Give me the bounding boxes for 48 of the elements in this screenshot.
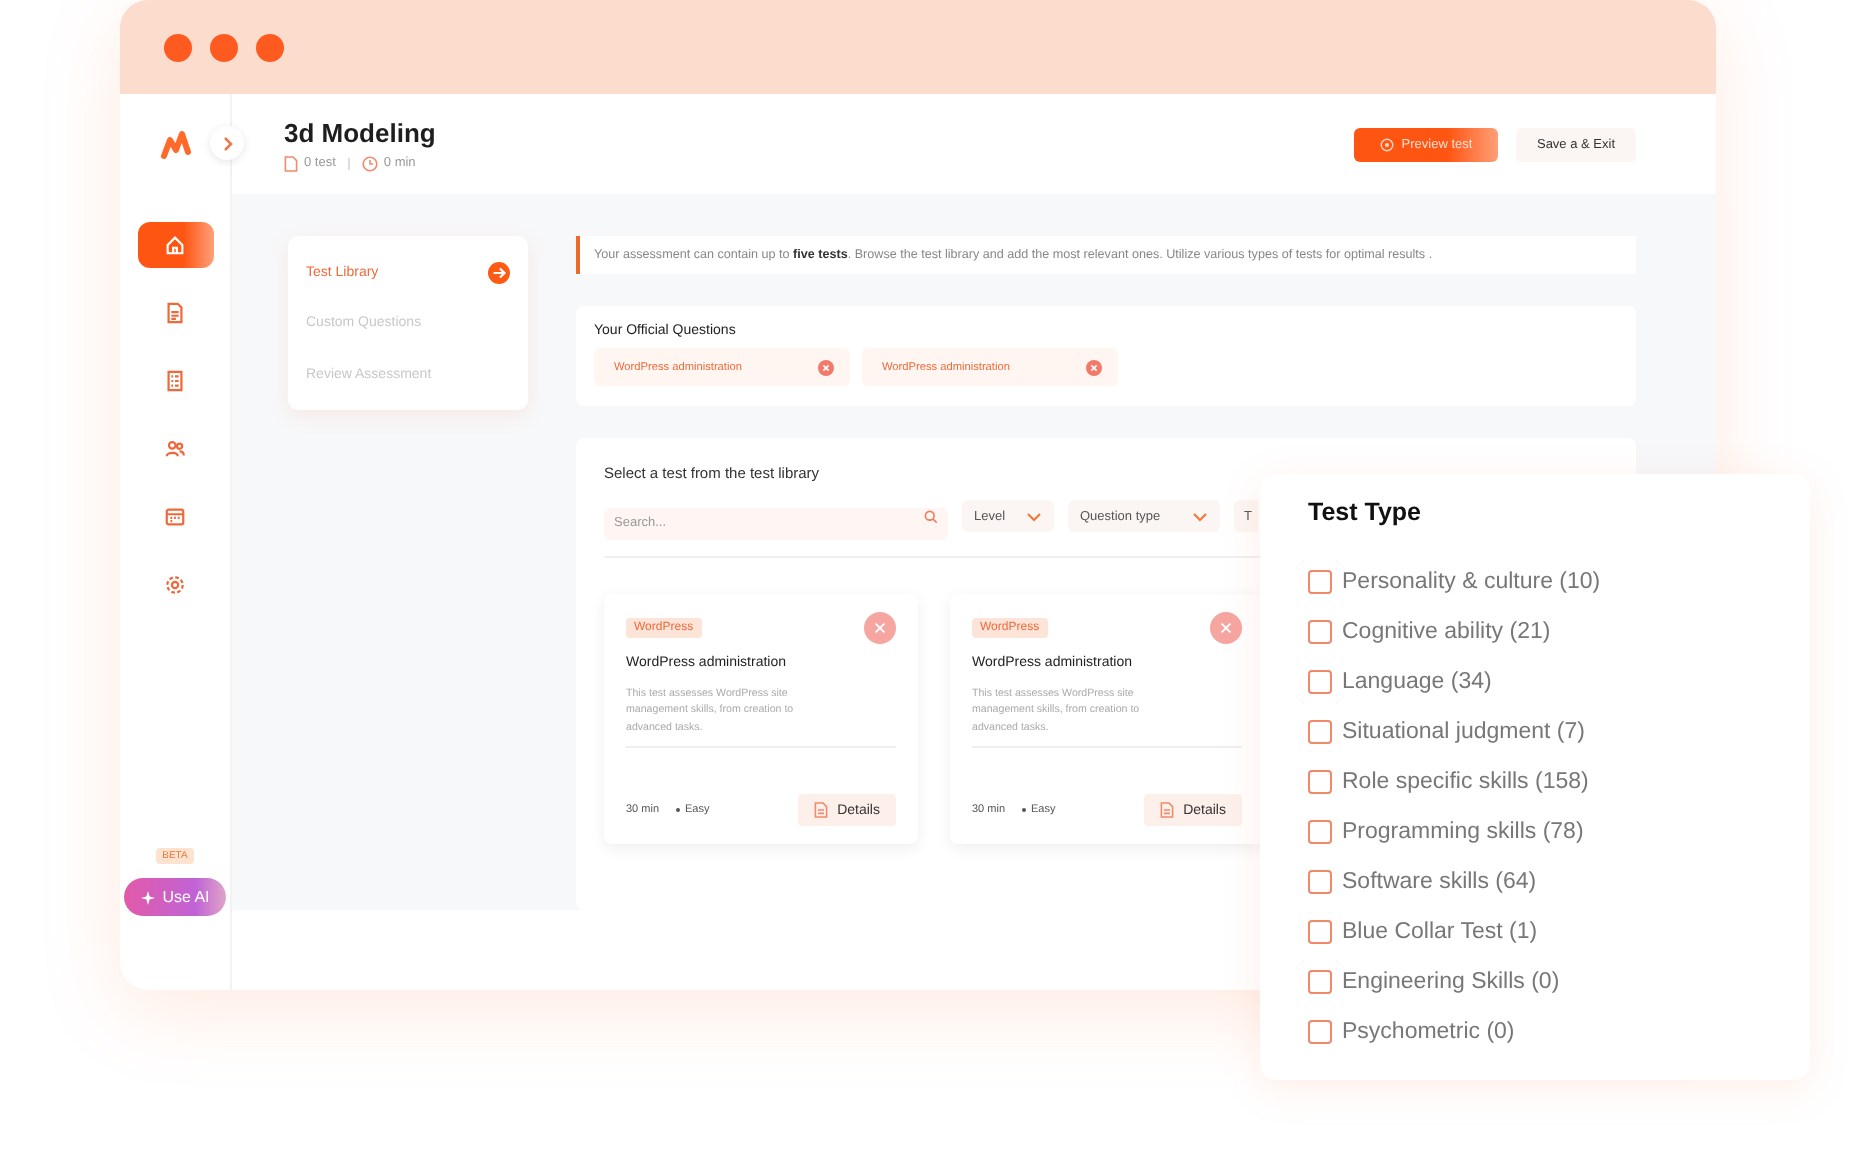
use-ai-button[interactable]: Use AI xyxy=(124,878,226,916)
expand-button[interactable] xyxy=(210,126,244,160)
checkbox[interactable] xyxy=(1308,619,1332,643)
arrow-right-icon xyxy=(488,261,510,283)
window-dot xyxy=(210,33,238,61)
sparkle-icon xyxy=(140,889,157,905)
clock-icon xyxy=(361,155,378,171)
assessment-title: 3d Modeling xyxy=(284,117,436,147)
document-icon xyxy=(813,802,828,818)
checkbox[interactable] xyxy=(1308,869,1332,893)
remove-icon xyxy=(818,359,834,375)
filter-option[interactable]: Role specific skills (158) xyxy=(1308,756,1762,806)
filter-option[interactable]: Programming skills (78) xyxy=(1308,806,1762,856)
filter-option[interactable]: Blue Collar Test (1) xyxy=(1308,906,1762,956)
document-icon xyxy=(284,155,298,171)
checkbox[interactable] xyxy=(1308,969,1332,993)
settings-icon xyxy=(164,574,186,596)
search-icon xyxy=(924,509,938,523)
filter-option[interactable]: Personality & culture (10) xyxy=(1308,556,1762,606)
filter-option[interactable]: Engineering Skills (0) xyxy=(1308,956,1762,1006)
checkbox[interactable] xyxy=(1308,919,1332,943)
nav-item[interactable] xyxy=(137,222,213,268)
filter-option[interactable]: Situational judgment (7) xyxy=(1308,706,1762,756)
home-icon xyxy=(164,234,186,256)
checkbox[interactable] xyxy=(1308,769,1332,793)
users-icon xyxy=(164,438,186,460)
checkbox[interactable] xyxy=(1308,569,1332,593)
chevron-down-icon xyxy=(1026,511,1042,521)
document-icon xyxy=(1159,802,1174,818)
close-icon[interactable] xyxy=(864,612,896,644)
window-dot xyxy=(164,33,192,61)
close-icon[interactable] xyxy=(1210,612,1242,644)
panel-title: Test Type xyxy=(1308,498,1423,526)
window-dot xyxy=(256,33,284,61)
checkbox[interactable] xyxy=(1308,669,1332,693)
checkbox[interactable] xyxy=(1308,719,1332,743)
filter-option[interactable]: Software skills (64) xyxy=(1308,856,1762,906)
checkbox[interactable] xyxy=(1308,819,1332,843)
chevron-down-icon xyxy=(1192,511,1208,521)
filter-option[interactable]: Cognitive ability (21) xyxy=(1308,606,1762,656)
remove-icon xyxy=(1086,359,1102,375)
document-icon xyxy=(164,302,186,324)
filter-option[interactable]: Language (34) xyxy=(1308,656,1762,706)
logo-icon xyxy=(158,126,194,162)
filter-option[interactable]: Psychometric (0) xyxy=(1308,1006,1762,1056)
checkbox[interactable] xyxy=(1308,1019,1332,1043)
chevron-right-icon xyxy=(221,135,233,151)
list-icon xyxy=(164,370,186,392)
